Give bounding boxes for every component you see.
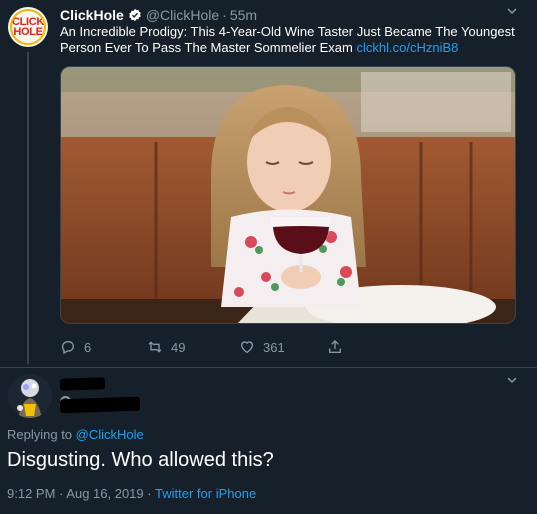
divider bbox=[0, 367, 537, 368]
meta-separator-2: · bbox=[147, 486, 152, 501]
reply-source[interactable]: Twitter for iPhone bbox=[155, 486, 256, 501]
like-count: 361 bbox=[263, 339, 285, 355]
reply-count: 6 bbox=[84, 339, 92, 355]
retweet-count: 49 bbox=[171, 339, 186, 355]
reply-meta: 9:12 PM · Aug 16, 2019 · Twitter for iPh… bbox=[7, 486, 256, 502]
avatar-image bbox=[8, 374, 52, 418]
tweet-header: ClickHole @ClickHole · 55m bbox=[60, 6, 257, 24]
reply-text: Disgusting. Who allowed this? bbox=[7, 449, 274, 471]
author-handle[interactable]: @ClickHole bbox=[146, 6, 219, 24]
share-button[interactable] bbox=[327, 337, 351, 357]
clickhole-avatar[interactable]: CLICK HOLE bbox=[8, 7, 48, 47]
retweet-icon bbox=[148, 341, 162, 353]
redacted-handle bbox=[59, 396, 141, 414]
tweet-actions: 6 49 361 bbox=[60, 337, 360, 357]
heart-icon bbox=[240, 341, 254, 354]
girl-with-wine-glass-photo bbox=[61, 67, 515, 323]
reply-time[interactable]: 9:12 PM bbox=[7, 486, 55, 501]
tweet-time[interactable]: 55m bbox=[230, 6, 257, 24]
tweet-media-image[interactable] bbox=[60, 66, 516, 324]
share-icon bbox=[329, 340, 341, 353]
thread-line bbox=[27, 52, 29, 364]
verified-badge-icon bbox=[129, 8, 141, 22]
chevron-down-icon[interactable] bbox=[506, 5, 518, 20]
replying-to-link[interactable]: @ClickHole bbox=[76, 427, 144, 442]
retweet-button[interactable]: 49 bbox=[147, 337, 185, 357]
like-button[interactable]: 361 bbox=[239, 337, 285, 357]
reply-button[interactable]: 6 bbox=[60, 337, 91, 357]
replying-prefix: Replying to bbox=[7, 427, 73, 442]
meta-separator: · bbox=[59, 486, 64, 501]
reply-date[interactable]: Aug 16, 2019 bbox=[66, 486, 143, 501]
reply-icon bbox=[61, 341, 74, 355]
tweet-text: An Incredible Prodigy: This 4-Year-Old W… bbox=[60, 24, 525, 56]
redacted-name bbox=[59, 377, 106, 391]
user-avatar[interactable] bbox=[8, 374, 52, 418]
reply-chevron-down-icon[interactable] bbox=[506, 374, 518, 389]
replying-to: Replying to @ClickHole bbox=[7, 427, 144, 443]
author-name[interactable]: ClickHole bbox=[60, 6, 124, 24]
header-separator: · bbox=[222, 7, 227, 23]
tweet-link[interactable]: clckhl.co/cHzniB8 bbox=[356, 40, 458, 55]
